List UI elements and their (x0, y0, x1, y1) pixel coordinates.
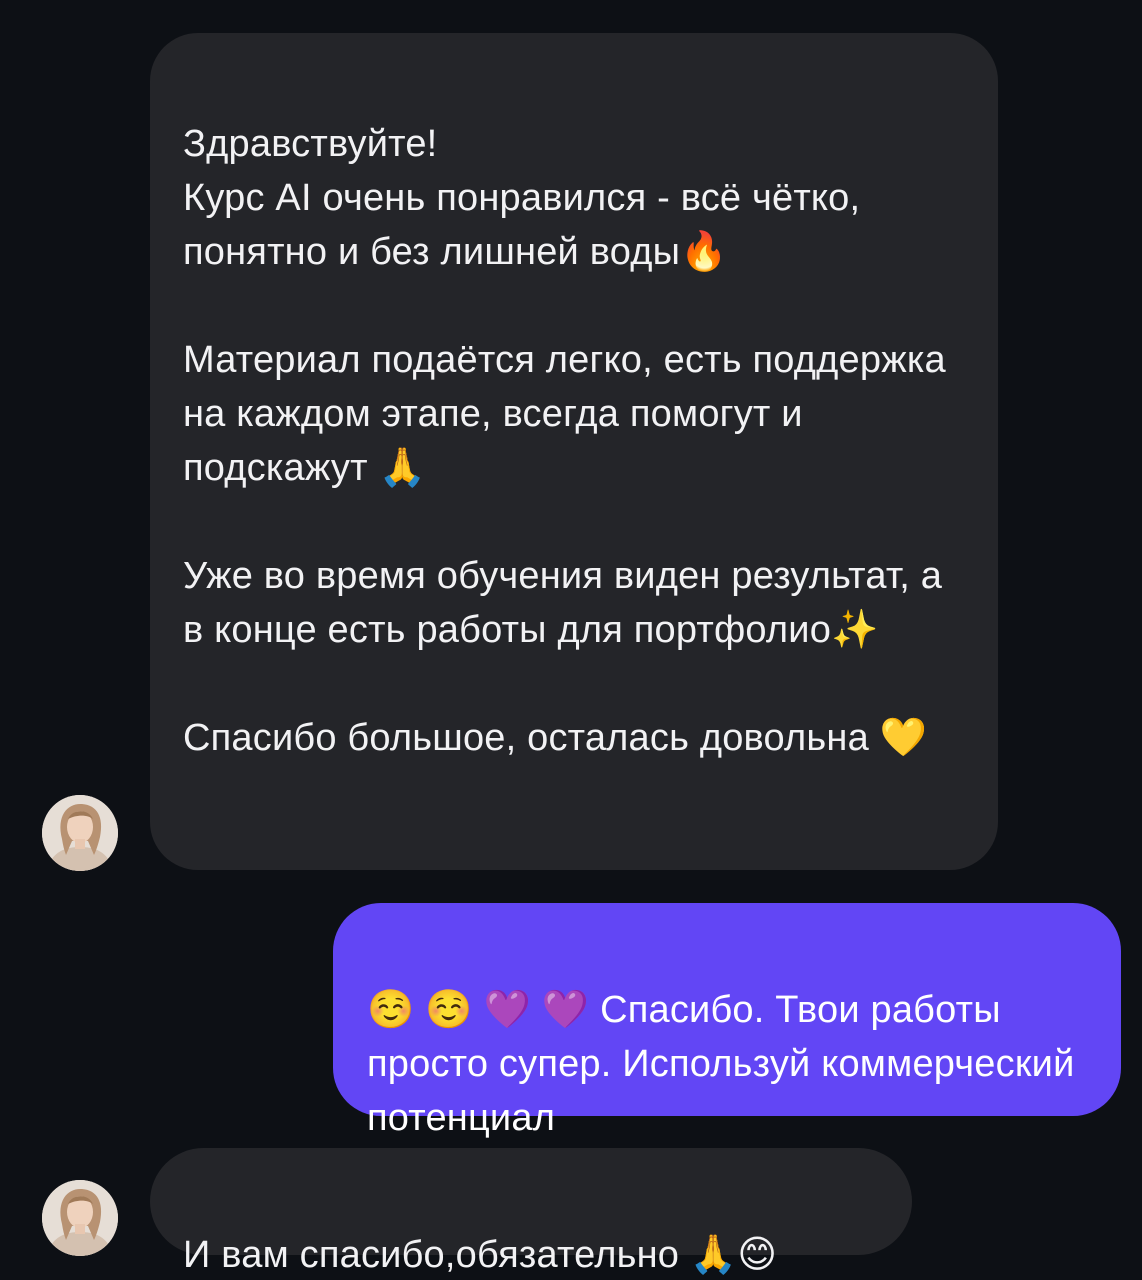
user-avatar-icon (42, 1180, 118, 1256)
sender-avatar[interactable] (42, 1180, 118, 1256)
message-text: ☺️ ☺️ 💜 💜 Спасибо. Твои работы просто су… (367, 989, 1075, 1139)
user-avatar-icon (42, 795, 118, 871)
incoming-message-bubble[interactable]: Здравствуйте! Курс AI очень понравился -… (150, 33, 998, 870)
sender-avatar[interactable] (42, 795, 118, 871)
message-text: Здравствуйте! Курс AI очень понравился -… (183, 123, 946, 759)
incoming-message-bubble[interactable]: И вам спасибо,обязательно 🙏😊 (150, 1148, 912, 1276)
outgoing-message-bubble[interactable]: ☺️ ☺️ 💜 💜 Спасибо. Твои работы просто су… (333, 903, 1121, 1139)
message-text: И вам спасибо,обязательно 🙏😊 (183, 1234, 778, 1276)
